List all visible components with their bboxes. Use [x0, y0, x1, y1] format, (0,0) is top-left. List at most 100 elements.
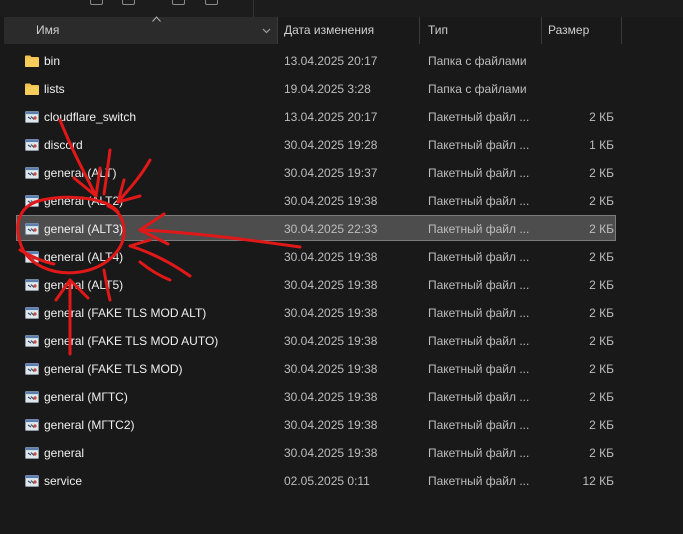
batch-file-icon [24, 446, 40, 460]
batch-file-icon [24, 278, 40, 292]
file-name: general (FAKE TLS MOD) [44, 362, 183, 376]
file-size: 2 КБ [589, 390, 614, 404]
batch-file-icon [24, 390, 40, 404]
batch-file-icon [24, 334, 40, 348]
file-name: cloudflare_switch [44, 110, 137, 124]
file-name: general (ALT3) [44, 222, 124, 236]
file-date: 30.04.2025 19:38 [284, 250, 378, 264]
file-size: 2 КБ [589, 362, 614, 376]
file-name: general (ALT5) [44, 278, 124, 292]
file-list: bin 13.04.2025 20:17 Папка с файлами lists 1… [0, 47, 683, 495]
file-date: 30.04.2025 19:38 [284, 278, 378, 292]
column-header-name[interactable]: Имя [4, 15, 278, 44]
file-date: 30.04.2025 19:38 [284, 362, 378, 376]
file-row[interactable]: service 02.05.2025 0:11 Пакетный файл ... 1… [0, 467, 683, 495]
file-type: Пакетный файл ... [428, 334, 530, 348]
file-type: Пакетный файл ... [428, 306, 530, 320]
file-row[interactable]: discord 30.04.2025 19:28 Пакетный файл ...… [0, 131, 683, 159]
file-row[interactable]: general (ALT) 30.04.2025 19:37 Пакетный фа… [0, 159, 683, 187]
file-date: 30.04.2025 22:33 [284, 222, 378, 236]
file-date: 13.04.2025 20:17 [284, 54, 378, 68]
toolbar-strip [0, 0, 683, 17]
file-type: Пакетный файл ... [428, 446, 530, 460]
file-date: 30.04.2025 19:38 [284, 390, 378, 404]
file-name: general (МГТС) [44, 390, 128, 404]
file-type: Пакетный файл ... [428, 474, 530, 488]
file-type: Пакетный файл ... [428, 194, 530, 208]
batch-file-icon [24, 166, 40, 180]
file-size: 2 КБ [589, 446, 614, 460]
file-explorer-window: Имя Дата изменения Тип Размер bin 13.04.2… [0, 0, 683, 534]
toolbar-button-icon[interactable] [90, 0, 103, 5]
batch-file-icon [24, 138, 40, 152]
file-row[interactable]: cloudflare_switch 13.04.2025 20:17 Пакетны… [0, 103, 683, 131]
file-name: bin [44, 54, 61, 68]
file-type: Пакетный файл ... [428, 110, 530, 124]
file-size: 2 КБ [589, 166, 614, 180]
file-name: general (ALT4) [44, 250, 124, 264]
folder-icon [24, 82, 40, 96]
file-name: general (FAKE TLS MOD ALT) [44, 306, 207, 320]
file-row[interactable]: general (ALT4) 30.04.2025 19:38 Пакетный ф… [0, 243, 683, 271]
file-name: general (FAKE TLS MOD AUTO) [44, 334, 219, 348]
file-type: Пакетный файл ... [428, 250, 530, 264]
file-date: 30.04.2025 19:37 [284, 166, 378, 180]
file-date: 30.04.2025 19:38 [284, 334, 378, 348]
file-name: general (МГТС2) [44, 418, 135, 432]
file-name: lists [44, 82, 65, 96]
file-row[interactable]: general (FAKE TLS MOD) 30.04.2025 19:38 Па… [0, 355, 683, 383]
file-row[interactable]: general (МГТС2) 30.04.2025 19:38 Пакетный … [0, 411, 683, 439]
file-date: 30.04.2025 19:38 [284, 446, 378, 460]
file-row[interactable]: general 30.04.2025 19:38 Пакетный файл ...… [0, 439, 683, 467]
file-row[interactable]: bin 13.04.2025 20:17 Папка с файлами [0, 47, 683, 75]
file-type: Пакетный файл ... [428, 390, 530, 404]
batch-file-icon [24, 110, 40, 124]
file-date: 30.04.2025 19:38 [284, 418, 378, 432]
toolbar-divider [253, 0, 254, 17]
file-row[interactable]: general (ALT2) 30.04.2025 19:38 Пакетный ф… [0, 187, 683, 215]
column-header-size[interactable]: Размер [542, 17, 622, 44]
file-name: general (ALT2) [44, 194, 124, 208]
column-header-date[interactable]: Дата изменения [278, 17, 420, 44]
file-row[interactable]: lists 19.04.2025 3:28 Папка с файлами [0, 75, 683, 103]
file-date: 30.04.2025 19:38 [284, 306, 378, 320]
file-type: Пакетный файл ... [428, 138, 530, 152]
batch-file-icon [24, 194, 40, 208]
file-size: 2 КБ [589, 306, 614, 320]
file-name: general (ALT) [44, 166, 117, 180]
file-name: general [44, 446, 85, 460]
file-row[interactable]: general (ALT5) 30.04.2025 19:38 Пакетный ф… [0, 271, 683, 299]
column-header-type[interactable]: Тип [420, 17, 542, 44]
file-size: 1 КБ [589, 138, 614, 152]
toolbar-button-icon[interactable] [122, 0, 135, 5]
batch-file-icon [24, 306, 40, 320]
file-row[interactable]: general (FAKE TLS MOD ALT) 30.04.2025 19:… [0, 299, 683, 327]
file-date: 13.04.2025 20:17 [284, 110, 378, 124]
folder-icon [24, 54, 40, 68]
file-type: Пакетный файл ... [428, 166, 530, 180]
file-size: 2 КБ [589, 334, 614, 348]
file-size: 2 КБ [589, 418, 614, 432]
toolbar-button-icon[interactable] [205, 0, 218, 5]
file-name: discord [44, 138, 83, 152]
file-size [540, 75, 614, 103]
file-size: 12 КБ [582, 474, 614, 488]
file-name: service [44, 474, 83, 488]
batch-file-icon [24, 222, 40, 236]
file-type: Папка с файлами [428, 82, 527, 96]
file-row[interactable]: general (МГТС) 30.04.2025 19:38 Пакетный ф… [0, 383, 683, 411]
column-header: Имя Дата изменения Тип Размер [0, 15, 683, 44]
file-type: Пакетный файл ... [428, 418, 530, 432]
file-row[interactable]: general (FAKE TLS MOD AUTO) 30.04.2025 19… [0, 327, 683, 355]
sort-ascending-icon [152, 15, 161, 22]
file-date: 02.05.2025 0:11 [284, 474, 370, 488]
file-size: 2 КБ [589, 250, 614, 264]
file-size: 2 КБ [589, 222, 614, 236]
file-type: Пакетный файл ... [428, 222, 530, 236]
file-row[interactable]: general (ALT3) 30.04.2025 22:33 Пакетный ф… [0, 215, 683, 243]
toolbar-button-icon[interactable] [172, 0, 185, 5]
column-header-name-label: Имя [36, 23, 60, 37]
batch-file-icon [24, 250, 40, 264]
batch-file-icon [24, 418, 40, 432]
file-size [540, 47, 614, 75]
